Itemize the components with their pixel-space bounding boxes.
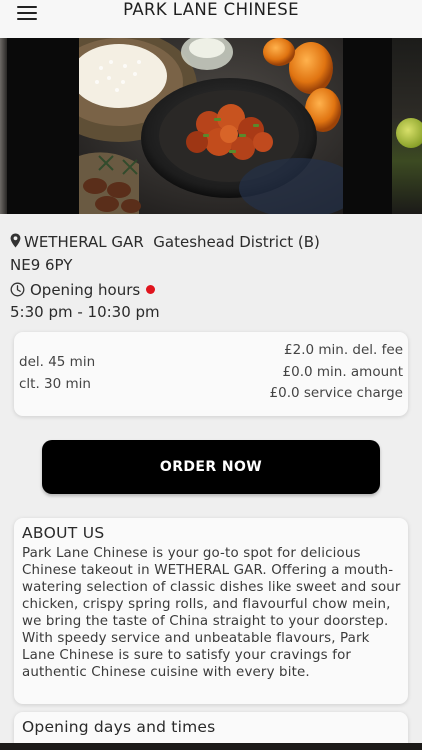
about-us-text: Park Lane Chinese is your go-to spot for… <box>22 546 401 680</box>
app-header: PARK LANE CHINESE <box>0 0 422 38</box>
delivery-times: del. 45 min clt. 30 min <box>19 351 95 395</box>
delivery-fees: £2.0 min. del. fee £0.0 min. amount £0.0… <box>270 340 403 405</box>
opening-hours-label: Opening hours <box>30 281 141 299</box>
next-slide[interactable] <box>392 38 422 214</box>
postcode: NE9 6PY <box>10 256 73 274</box>
image-carousel[interactable] <box>0 38 422 214</box>
order-now-button[interactable]: ORDER NOW <box>42 440 380 494</box>
clock-icon <box>10 282 25 297</box>
status-dot <box>146 285 156 294</box>
service-charge: £0.0 service charge <box>269 385 403 401</box>
page-title: PARK LANE CHINESE <box>123 0 299 19</box>
lime-slice <box>396 118 422 148</box>
about-us-card: ABOUT US Park Lane Chinese is your go-to… <box>14 518 408 704</box>
bottom-bar <box>0 743 422 750</box>
opening-days-title: Opening days and times <box>22 718 216 736</box>
opening-hours-line[interactable]: Opening hours <box>10 279 156 302</box>
food-image[interactable] <box>79 38 343 214</box>
min-delivery-fee: £2.0 min. del. fee <box>284 342 403 358</box>
delivery-info-card: del. 45 min clt. 30 min £2.0 min. del. f… <box>14 332 408 416</box>
min-amount: £0.0 min. amount <box>282 363 403 380</box>
collection-time: clt. 30 min <box>19 376 91 392</box>
opening-hours-time: 5:30 pm - 10:30 pm <box>10 303 160 321</box>
delivery-time: del. 45 min <box>19 354 96 370</box>
about-us-title: ABOUT US <box>22 524 105 542</box>
food-photo-illustration <box>79 38 343 214</box>
address-district: Gateshead District (B) <box>153 233 320 251</box>
address-line: WETHERAL GAR Gateshead District (B) <box>10 231 320 254</box>
map-pin-icon <box>10 233 21 248</box>
address-street: WETHERAL GAR <box>24 233 144 251</box>
previous-slide[interactable] <box>0 38 7 214</box>
